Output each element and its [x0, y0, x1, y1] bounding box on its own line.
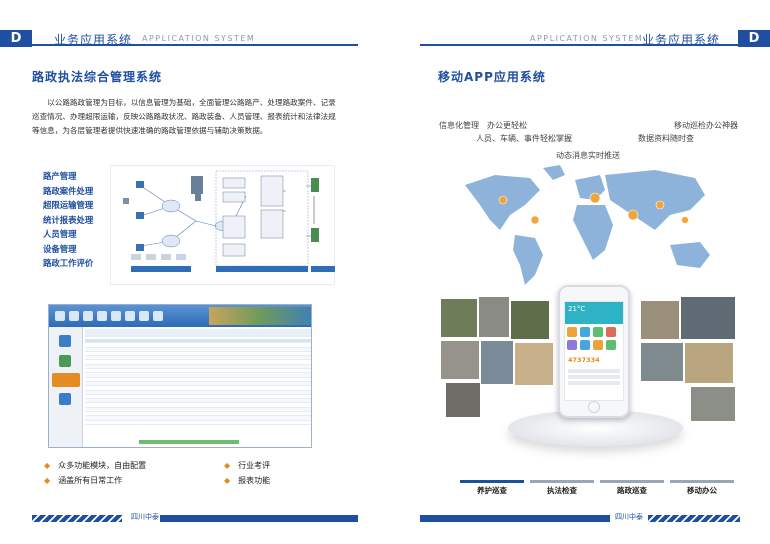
app-icon[interactable] — [580, 340, 590, 350]
phone-screen: 21°C 4737334 — [564, 301, 624, 401]
toolbar-icon — [97, 311, 107, 321]
road-photo — [640, 342, 684, 382]
function-item: 路政案件处理 — [43, 185, 94, 196]
phone-mockup: 21°C 4737334 — [558, 285, 630, 418]
home-button[interactable] — [588, 401, 600, 413]
function-item: 人员管理 — [43, 229, 77, 239]
toolbar-icon — [83, 311, 93, 321]
software-screenshot — [48, 304, 312, 448]
right-header-subtitle: APPLICATION SYSTEM — [530, 34, 644, 43]
toolbar-icon — [153, 311, 163, 321]
tab-maintenance-patrol: 养护巡查 — [477, 486, 507, 495]
weather-panel: 21°C — [565, 302, 623, 324]
sidebar-icon — [59, 355, 71, 367]
system-architecture-diagram — [110, 165, 335, 285]
tab-mobile-office: 移动办公 — [687, 486, 717, 495]
function-item: 统计报表处理 — [43, 214, 94, 225]
screenshot-toolbar — [49, 305, 311, 327]
road-photo — [445, 382, 481, 418]
toolbar-icon — [69, 311, 79, 321]
road-photo — [478, 296, 510, 338]
sidebar-active-item — [52, 373, 80, 387]
road-photo — [440, 298, 478, 338]
left-footer-label: 四川中泰 — [131, 513, 159, 521]
app-icon[interactable] — [580, 327, 590, 337]
left-section-title: 路政执法综合管理系统 — [32, 70, 163, 84]
stat-number: 4737334 — [568, 356, 600, 364]
temperature-readout: 21°C — [568, 305, 586, 313]
architecture-diagram-graphic — [123, 170, 335, 272]
right-footer-stripe — [648, 515, 740, 522]
diamond-icon: ◆ — [44, 461, 51, 470]
toolbar-icon — [125, 311, 135, 321]
road-photo — [440, 340, 480, 380]
feature-label: 人员、车辆、事件轻松掌握 — [476, 134, 572, 143]
right-header-title: 业务应用系统 — [642, 33, 721, 47]
bullet-item: ◆ 众多功能模块，自由配置 — [44, 461, 147, 470]
right-footer-bar — [420, 515, 610, 522]
function-item: 设备管理 — [43, 243, 77, 254]
app-grid — [565, 324, 623, 353]
right-section-letter: D — [738, 30, 770, 47]
left-header-subtitle: APPLICATION SYSTEM — [142, 34, 256, 43]
app-icon[interactable] — [606, 340, 616, 350]
sidebar-icon — [59, 335, 71, 347]
left-section-letter: D — [0, 30, 32, 47]
tab-road-patrol: 路政巡查 — [617, 486, 647, 495]
road-photo — [680, 296, 736, 340]
left-footer-bar — [160, 515, 358, 522]
left-footer-stripe — [32, 515, 122, 522]
road-photo — [510, 300, 550, 340]
app-icon[interactable] — [567, 340, 577, 350]
sidebar-icon — [59, 393, 71, 405]
feature-label: 信息化管理 — [439, 121, 479, 130]
road-photo — [690, 386, 736, 422]
screenshot-table — [85, 339, 311, 439]
function-item: 路政工作评价 — [43, 258, 94, 268]
bullet-item: ◆ 报表功能 — [224, 476, 271, 485]
app-icon[interactable] — [606, 327, 616, 337]
screenshot-banner — [209, 307, 311, 325]
road-photo — [480, 340, 514, 385]
bullet-item: ◆ 行业考评 — [224, 461, 271, 470]
toolbar-icon — [55, 311, 65, 321]
function-item: 超限运输管理 — [43, 200, 94, 210]
diamond-icon: ◆ — [224, 476, 231, 485]
tab-law-inspection: 执法检查 — [547, 486, 577, 495]
feature-label: 数据资料随时查 — [638, 134, 694, 143]
bullet-item: ◆ 涵盖所有日常工作 — [44, 476, 123, 485]
left-header-title: 业务应用系统 — [54, 33, 133, 47]
road-photo — [640, 300, 680, 340]
screenshot-filter-bar — [85, 329, 311, 337]
app-icon[interactable] — [593, 340, 603, 350]
feature-label: 办公更轻松 — [487, 121, 527, 130]
road-photo — [684, 342, 734, 384]
app-icon[interactable] — [567, 327, 577, 337]
screenshot-sidebar — [49, 327, 83, 447]
function-item: 路产管理 — [43, 171, 77, 181]
toolbar-icon — [139, 311, 149, 321]
function-list: 路产管理 路政案件处理 超限运输管理 统计报表处理 人员管理 设备管理 路政工作… — [43, 170, 93, 272]
diamond-icon: ◆ — [224, 461, 231, 470]
feature-label: 移动巡检办公神器 — [674, 121, 738, 130]
diamond-icon: ◆ — [44, 476, 51, 485]
right-footer-label: 四川中泰 — [615, 513, 643, 521]
road-photo — [514, 342, 554, 386]
screenshot-progress — [139, 440, 239, 444]
toolbar-icon — [111, 311, 121, 321]
right-section-title: 移动APP应用系统 — [438, 70, 546, 84]
intro-paragraph: 以公路路政管理为目标，以信息管理为基础，全面管理公路路产、处理路政案件、记录巡查… — [32, 98, 336, 135]
app-icon[interactable] — [593, 327, 603, 337]
world-map — [465, 165, 710, 285]
